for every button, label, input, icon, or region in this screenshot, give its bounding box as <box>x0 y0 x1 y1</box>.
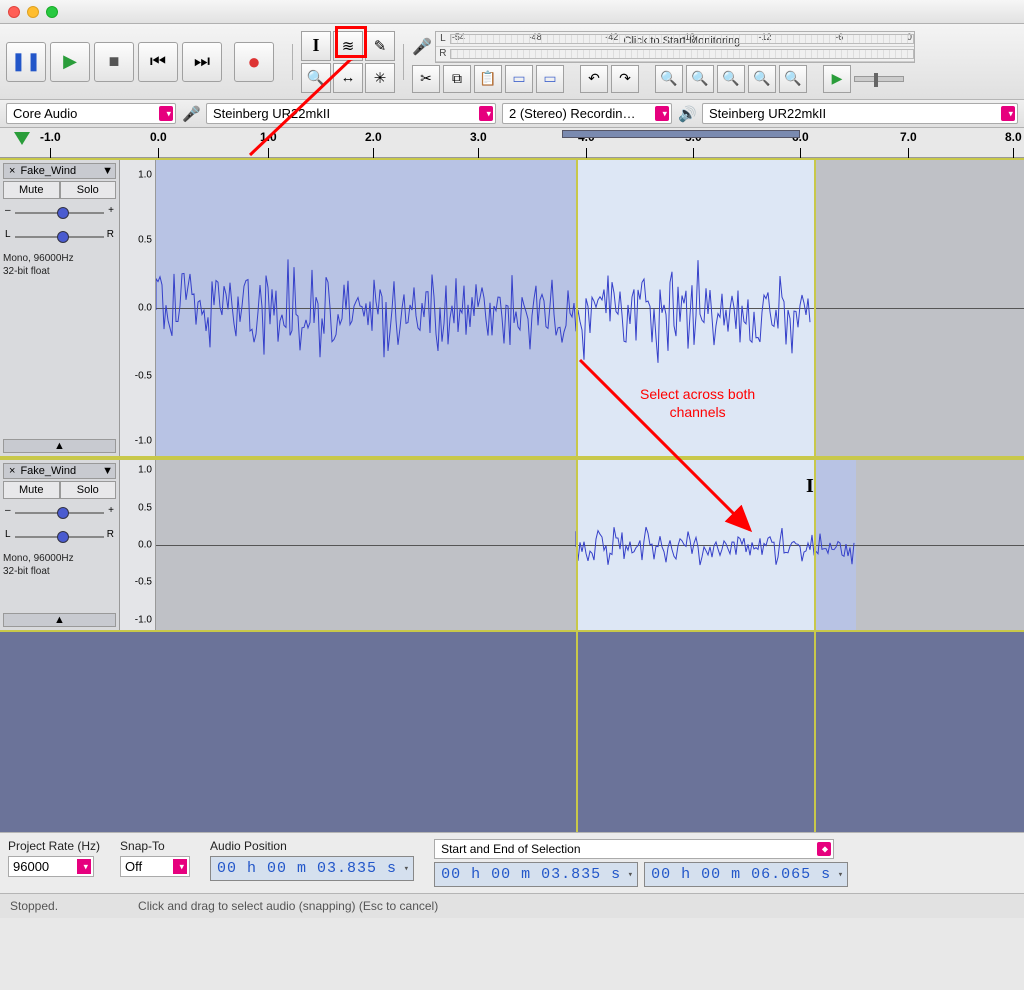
skip-end-button[interactable]: ⏭ <box>182 42 222 82</box>
track-menu-button[interactable]: ▼ <box>102 165 113 177</box>
envelope-tool-button[interactable]: ≋ <box>333 31 363 61</box>
skip-start-button[interactable]: ⏮ <box>138 42 178 82</box>
timeline-ruler[interactable]: -1.0 0.0 1.0 2.0 3.0 4.0 5.0 6.0 7.0 8.0 <box>0 128 1024 158</box>
undo-button[interactable]: ↶ <box>580 65 608 93</box>
mic-icon: 🎤 <box>182 105 200 123</box>
waveform[interactable] <box>156 160 1024 456</box>
pan-slider[interactable]: LR <box>5 228 114 244</box>
tracks-area: × Fake_Wind ▼ Mute Solo –+ LR Mono, 9600… <box>0 158 1024 832</box>
snap-to-combo[interactable]: Off <box>120 856 190 877</box>
gain-slider[interactable]: –+ <box>5 504 114 520</box>
timeshift-tool-button[interactable]: ↔ <box>333 63 363 93</box>
track-control-panel: × Fake_Wind ▼ Mute Solo –+ LR Mono, 9600… <box>0 160 120 456</box>
track-name[interactable]: Fake_Wind <box>20 465 100 477</box>
play-button[interactable]: ▶ <box>50 42 90 82</box>
selection-band[interactable] <box>562 130 800 138</box>
selection-end-field[interactable]: 00 h 00 m 06.065 s <box>644 862 848 887</box>
recording-meter[interactable]: -54-48-42 Click to Start Monitoring -18-… <box>435 31 915 63</box>
zoom-toggle-button[interactable]: 🔍 <box>779 65 807 93</box>
mute-button[interactable]: Mute <box>3 181 60 199</box>
pan-slider[interactable]: LR <box>5 528 114 544</box>
zoom-tool-button[interactable]: 🔍 <box>301 63 331 93</box>
track-menu-button[interactable]: ▼ <box>102 465 113 477</box>
amplitude-scale: 1.0 0.5 0.0 -0.5 -1.0 <box>120 460 156 630</box>
selection-mode-combo[interactable]: Start and End of Selection <box>434 839 834 859</box>
status-bar: Stopped. Click and drag to select audio … <box>0 893 1024 918</box>
track-row: × Fake_Wind ▼ Mute Solo –+ LR Mono, 9600… <box>0 158 1024 458</box>
status-state: Stopped. <box>10 899 58 913</box>
redo-button[interactable]: ↷ <box>611 65 639 93</box>
mic-icon: 🎤 <box>412 37 432 57</box>
solo-button[interactable]: Solo <box>60 181 117 199</box>
device-toolbar: Core Audio 🎤 Steinberg UR22mkII 2 (Stere… <box>0 100 1024 128</box>
record-button[interactable]: ● <box>234 42 274 82</box>
titlebar <box>0 0 1024 24</box>
waveform[interactable]: I <box>156 460 1024 630</box>
playhead-icon[interactable] <box>14 132 30 145</box>
tools-grid: I ≋ ✎ 🔍 ↔ ✳ <box>301 31 395 93</box>
edit-toolbar: ✂ ⧉ 📋 ▭ ▭ ↶ ↷ 🔍 🔍 🔍 🔍 🔍 ▶ <box>412 65 915 93</box>
close-icon[interactable] <box>8 6 20 18</box>
snap-to-label: Snap-To <box>120 839 190 853</box>
trim-button[interactable]: ▭ <box>505 65 533 93</box>
selection-toolbar: Project Rate (Hz) 96000 Snap-To Off Audi… <box>0 832 1024 893</box>
multi-tool-button[interactable]: ✳ <box>365 63 395 93</box>
selection-tool-button[interactable]: I <box>301 31 331 61</box>
selection-start-field[interactable]: 00 h 00 m 03.835 s <box>434 862 638 887</box>
track-info: Mono, 96000Hz32-bit float <box>3 252 116 278</box>
gain-slider[interactable]: –+ <box>5 204 114 220</box>
track-name[interactable]: Fake_Wind <box>20 165 100 177</box>
collapse-button[interactable]: ▲ <box>3 613 116 627</box>
audio-host-combo[interactable]: Core Audio <box>6 103 176 124</box>
draw-tool-button[interactable]: ✎ <box>365 31 395 61</box>
paste-button[interactable]: 📋 <box>474 65 502 93</box>
amplitude-scale: 1.0 0.5 0.0 -0.5 -1.0 <box>120 160 156 456</box>
close-track-button[interactable]: × <box>6 465 18 477</box>
audio-position-field[interactable]: 00 h 00 m 03.835 s <box>210 856 414 881</box>
cut-button[interactable]: ✂ <box>412 65 440 93</box>
cursor-icon: I <box>806 475 814 498</box>
minimize-icon[interactable] <box>27 6 39 18</box>
maximize-icon[interactable] <box>46 6 58 18</box>
playback-device-combo[interactable]: Steinberg UR22mkII <box>702 103 1018 124</box>
fit-selection-button[interactable]: 🔍 <box>717 65 745 93</box>
mute-button[interactable]: Mute <box>3 481 60 499</box>
stop-button[interactable]: ■ <box>94 42 134 82</box>
track-info: Mono, 96000Hz32-bit float <box>3 552 116 578</box>
recording-device-combo[interactable]: Steinberg UR22mkII <box>206 103 496 124</box>
audio-position-label: Audio Position <box>210 839 414 853</box>
pause-button[interactable]: ❚❚ <box>6 42 46 82</box>
recording-channels-combo[interactable]: 2 (Stereo) Recordin… <box>502 103 672 124</box>
silence-button[interactable]: ▭ <box>536 65 564 93</box>
track-control-panel: × Fake_Wind ▼ Mute Solo –+ LR Mono, 9600… <box>0 460 120 630</box>
project-rate-label: Project Rate (Hz) <box>8 839 100 853</box>
solo-button[interactable]: Solo <box>60 481 117 499</box>
copy-button[interactable]: ⧉ <box>443 65 471 93</box>
empty-track-area[interactable] <box>0 632 1024 832</box>
zoom-out-button[interactable]: 🔍 <box>686 65 714 93</box>
transport-toolbar: ❚❚ ▶ ■ ⏮ ⏭ ● I ≋ ✎ 🔍 ↔ ✳ 🎤 -54-48-42 Cli… <box>0 24 1024 100</box>
speaker-icon: 🔊 <box>678 105 696 123</box>
play-at-speed-button[interactable]: ▶ <box>823 65 851 93</box>
fit-project-button[interactable]: 🔍 <box>748 65 776 93</box>
track-row: × Fake_Wind ▼ Mute Solo –+ LR Mono, 9600… <box>0 458 1024 632</box>
zoom-in-button[interactable]: 🔍 <box>655 65 683 93</box>
close-track-button[interactable]: × <box>6 165 18 177</box>
status-hint: Click and drag to select audio (snapping… <box>138 899 438 913</box>
play-speed-slider[interactable] <box>854 76 904 82</box>
collapse-button[interactable]: ▲ <box>3 439 116 453</box>
project-rate-combo[interactable]: 96000 <box>8 856 94 877</box>
